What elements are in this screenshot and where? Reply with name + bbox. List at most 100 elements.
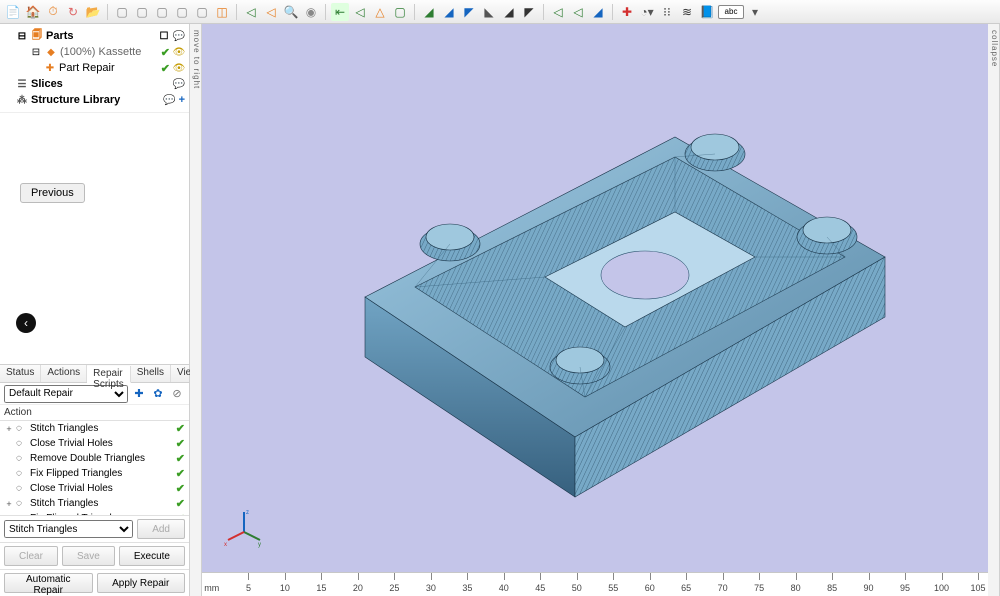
tree-struct-lib[interactable]: ⁂ Structure Library 💬 + <box>2 92 187 108</box>
pyr1-icon[interactable]: ◢ <box>420 3 438 21</box>
pyr3-icon[interactable]: ◤ <box>460 3 478 21</box>
repair-icon: ✚ <box>44 62 56 74</box>
tree-slices[interactable]: ☰ Slices 💬 <box>2 76 187 92</box>
action-icon: ◌ <box>16 453 28 464</box>
box2-icon[interactable]: ▢ <box>133 3 151 21</box>
tri-g-icon[interactable]: ◁ <box>351 3 369 21</box>
redo-icon[interactable]: ↻ <box>64 3 82 21</box>
chat-icon[interactable]: 💬 <box>173 30 185 42</box>
cancel-icon[interactable]: ⊘ <box>169 386 185 402</box>
automatic-repair-button[interactable]: Automatic Repair <box>4 573 93 593</box>
apply-repair-button[interactable]: Apply Repair <box>97 573 186 593</box>
chat-icon[interactable]: 💬 <box>164 94 176 106</box>
pyr4-icon[interactable]: ◣ <box>480 3 498 21</box>
open-icon[interactable]: 📂 <box>84 3 102 21</box>
svg-text:x: x <box>224 542 227 548</box>
e2-icon[interactable]: ◁ <box>569 3 587 21</box>
ruler-tick <box>869 573 870 580</box>
ruler-tick <box>832 573 833 580</box>
box1-icon[interactable]: ▢ <box>113 3 131 21</box>
action-row[interactable]: ◌Remove Double Triangles✔ <box>0 451 189 466</box>
action-icon: ◌ <box>16 483 28 494</box>
ruler-tick <box>504 573 505 580</box>
separator <box>236 4 237 20</box>
ruler-tick <box>650 573 651 580</box>
wave-icon[interactable]: ≋ <box>678 3 696 21</box>
plus-icon[interactable]: ✚ <box>618 3 636 21</box>
add-action-button[interactable]: Add <box>137 519 185 539</box>
ruler-mark: 20 <box>353 583 363 593</box>
clear-button[interactable]: Clear <box>4 546 58 566</box>
view-icon[interactable]: ◉ <box>302 3 320 21</box>
action-row[interactable]: +◌Stitch Triangles✔ <box>0 421 189 436</box>
add-preset-button[interactable]: ✚ <box>131 386 147 402</box>
nav-fwd-icon[interactable]: ◁ <box>262 3 280 21</box>
check-icon: ✔ <box>176 482 185 495</box>
checkbox-icon[interactable]: ☐ <box>158 30 170 42</box>
axis-triad-icon: z y x <box>224 508 264 548</box>
new-icon[interactable]: 📄 <box>4 3 22 21</box>
abc-button[interactable]: abc <box>718 5 744 19</box>
action-row[interactable]: ◌Close Trivial Holes✔ <box>0 481 189 496</box>
e1-icon[interactable]: ◁ <box>549 3 567 21</box>
sidebar: ⊟ 🗐 Parts ☐ 💬 ⊟ ◆ (100%) Kassette ✔ 👁 ✚ <box>0 24 190 596</box>
previous-button[interactable]: Previous <box>20 183 85 203</box>
eye-icon[interactable]: 👁 <box>173 62 185 74</box>
tab-shells[interactable]: Shells <box>131 365 171 382</box>
pyr6-icon[interactable]: ◤ <box>520 3 538 21</box>
book-icon[interactable]: 📘 <box>698 3 716 21</box>
tree-empty-area: Previous ‹ <box>0 113 189 364</box>
bottom-panel: StatusActionsRepair ScriptsShellsView De… <box>0 364 189 596</box>
tree-label: Slices <box>31 78 63 90</box>
box6-icon[interactable]: ◫ <box>213 3 231 21</box>
tree-part-repair[interactable]: ✚ Part Repair ✔ 👁 <box>2 60 187 76</box>
execute-button[interactable]: Execute <box>119 546 185 566</box>
tab-repair-scripts[interactable]: Repair Scripts <box>87 366 131 383</box>
chat-icon[interactable]: 💬 <box>173 78 185 90</box>
e3-icon[interactable]: ◢ <box>589 3 607 21</box>
add-icon[interactable]: + <box>179 94 185 106</box>
zoom-icon[interactable]: 🔍 <box>282 3 300 21</box>
sq-g-icon[interactable]: ▢ <box>391 3 409 21</box>
action-icon: ◌ <box>16 438 28 449</box>
action-row[interactable]: +◌Stitch Triangles✔ <box>0 496 189 511</box>
check-icon: ✔ <box>176 437 185 450</box>
3d-viewport[interactable]: z y x 0 mm 51015202530354045505560657075… <box>202 24 988 596</box>
pyr5-icon[interactable]: ◢ <box>500 3 518 21</box>
action-type-select[interactable]: Stitch Triangles <box>4 520 133 538</box>
dropdown-icon[interactable]: ◔▾ <box>638 3 656 21</box>
box3-icon[interactable]: ▢ <box>153 3 171 21</box>
expander-icon[interactable]: + <box>4 424 14 434</box>
chevron-down-icon[interactable]: ▾ <box>746 3 764 21</box>
box5-icon[interactable]: ▢ <box>193 3 211 21</box>
expander-icon[interactable]: + <box>4 499 14 509</box>
box4-icon[interactable]: ▢ <box>173 3 191 21</box>
gear2-icon[interactable]: ✿ <box>150 386 166 402</box>
undo-icon[interactable]: ⏱ <box>44 3 62 21</box>
ruler-tick <box>540 573 541 580</box>
ruler-mark: 105 <box>970 583 985 593</box>
eye-icon[interactable]: 👁 <box>173 46 185 58</box>
align-icon[interactable]: ⇤ <box>331 3 349 21</box>
nav-back-icon[interactable]: ◁ <box>242 3 260 21</box>
pyr2-icon[interactable]: ◢ <box>440 3 458 21</box>
tri-o-icon[interactable]: △ <box>371 3 389 21</box>
action-row[interactable]: ◌Close Trivial Holes✔ <box>0 436 189 451</box>
tree-parts[interactable]: ⊟ 🗐 Parts ☐ 💬 <box>2 28 187 44</box>
action-row[interactable]: ◌Fix Flipped Triangles✔ <box>0 466 189 481</box>
tab-actions[interactable]: Actions <box>41 365 87 382</box>
svg-text:z: z <box>246 510 249 516</box>
action-label: Close Trivial Holes <box>30 438 174 449</box>
move-to-right-handle[interactable]: move to right <box>190 24 202 596</box>
tree-kassette[interactable]: ⊟ ◆ (100%) Kassette ✔ 👁 <box>2 44 187 60</box>
tab-status[interactable]: Status <box>0 365 41 382</box>
action-icon: ◌ <box>16 498 28 509</box>
save-button[interactable]: Save <box>62 546 115 566</box>
home-icon[interactable]: 🏠 <box>24 3 42 21</box>
bullets-icon[interactable]: ⁝⁝ <box>658 3 676 21</box>
action-icon: ◌ <box>16 468 28 479</box>
collapse-handle[interactable]: collapse <box>988 24 1000 596</box>
back-circle-button[interactable]: ‹ <box>16 313 36 333</box>
slices-icon: ☰ <box>16 78 28 90</box>
ruler-mark: 40 <box>499 583 509 593</box>
